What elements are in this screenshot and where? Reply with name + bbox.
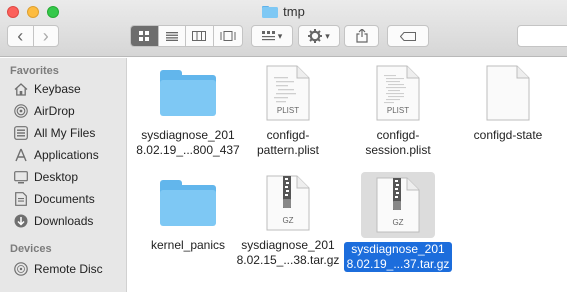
- sidebar-item-label: Keybase: [34, 82, 81, 96]
- minimize-window-button[interactable]: [27, 6, 39, 18]
- folder-icon: [157, 62, 219, 124]
- disc-icon: [14, 262, 28, 276]
- sidebar-item-label: AirDrop: [34, 104, 75, 118]
- zoom-window-button[interactable]: [47, 6, 59, 18]
- coverflow-view-icon: [220, 31, 236, 41]
- column-view-icon: [192, 31, 207, 41]
- file-name: sysdiagnose_201 8.02.19_...37.tar.gz: [343, 242, 453, 272]
- sidebar-item-label: Remote Disc: [34, 262, 103, 276]
- folder-icon: [262, 5, 279, 18]
- file-item[interactable]: PLIST configd- pattern.plist: [228, 62, 348, 158]
- arrange-grid-icon: [261, 31, 275, 41]
- share-icon: [355, 29, 368, 43]
- sidebar: Favorites Keybase AirDrop All My Files A…: [0, 58, 127, 292]
- plist-document-icon: PLIST: [257, 62, 319, 124]
- icon-view-icon: [139, 31, 150, 41]
- close-window-button[interactable]: [7, 6, 19, 18]
- archive-icon: GZ: [257, 172, 319, 234]
- file-item-selected[interactable]: GZ sysdiagnose_201 8.02.19_...37.tar.gz: [338, 172, 458, 272]
- sidebar-item-label: Documents: [34, 192, 95, 206]
- chevron-down-icon: ▾: [277, 30, 283, 41]
- documents-icon: [14, 192, 28, 206]
- file-name: sysdiagnose_201 8.02.19_...800_437: [136, 128, 240, 157]
- window-title-text: tmp: [283, 4, 305, 19]
- view-mode-control: [130, 25, 243, 47]
- forward-icon: ›: [42, 26, 49, 46]
- devices-heading: Devices: [10, 243, 52, 255]
- column-view-button[interactable]: [186, 26, 214, 46]
- archive-icon: GZ: [361, 172, 435, 238]
- coverflow-view-button[interactable]: [214, 26, 242, 46]
- file-name: sysdiagnose_201 8.02.15_...38.tar.gz: [236, 238, 340, 267]
- back-forward-control: ‹ ›: [7, 25, 59, 47]
- desktop-icon: [14, 170, 28, 184]
- file-type-label: PLIST: [386, 106, 410, 115]
- list-view-button[interactable]: [159, 26, 187, 46]
- back-icon: ‹: [17, 26, 24, 46]
- file-name: configd- pattern.plist: [256, 128, 320, 157]
- edit-tags-button[interactable]: [387, 25, 429, 47]
- airdrop-icon: [14, 104, 28, 118]
- window-toolbar: tmp ‹ › ▾ ▾: [0, 0, 567, 57]
- sidebar-item-remote-disc[interactable]: Remote Disc: [14, 259, 124, 279]
- sidebar-item-label: Downloads: [34, 214, 94, 228]
- sidebar-item-documents[interactable]: Documents: [14, 189, 124, 209]
- plist-document-icon: PLIST: [367, 62, 429, 124]
- tag-icon: [400, 31, 416, 41]
- back-button[interactable]: ‹: [8, 26, 34, 46]
- file-type-label: GZ: [392, 218, 404, 227]
- file-grid: sysdiagnose_201 8.02.19_...800_437 PLIST…: [128, 58, 567, 292]
- share-button[interactable]: [344, 25, 379, 47]
- chevron-down-icon: ▾: [325, 30, 330, 41]
- file-name: configd-state: [473, 128, 543, 142]
- house-icon: [14, 82, 28, 96]
- icon-view-button[interactable]: [131, 26, 159, 46]
- sidebar-item-desktop[interactable]: Desktop: [14, 167, 124, 187]
- forward-button[interactable]: ›: [34, 26, 59, 46]
- arrange-button[interactable]: ▾: [251, 25, 293, 47]
- folder-icon: [157, 172, 219, 234]
- applications-icon: [14, 148, 28, 162]
- sidebar-item-keybase[interactable]: Keybase: [14, 79, 124, 99]
- all-files-icon: [14, 126, 28, 140]
- file-type-label: GZ: [282, 216, 294, 225]
- file-type-label: PLIST: [276, 106, 300, 115]
- file-name: configd- session.plist: [365, 128, 431, 157]
- search-field[interactable]: [517, 25, 567, 47]
- action-button[interactable]: ▾: [298, 25, 340, 47]
- sidebar-item-label: Applications: [34, 148, 99, 162]
- gear-icon: [308, 29, 323, 43]
- sidebar-item-airdrop[interactable]: AirDrop: [14, 101, 124, 121]
- favorites-heading: Favorites: [10, 65, 59, 77]
- sidebar-item-downloads[interactable]: Downloads: [14, 211, 124, 231]
- file-name: kernel_panics: [150, 238, 226, 252]
- sidebar-item-all-my-files[interactable]: All My Files: [14, 123, 124, 143]
- file-item[interactable]: configd-state: [448, 62, 567, 143]
- sidebar-item-label: All My Files: [34, 126, 96, 140]
- sidebar-item-applications[interactable]: Applications: [14, 145, 124, 165]
- list-view-icon: [165, 31, 178, 41]
- file-item[interactable]: PLIST configd- session.plist: [338, 62, 458, 158]
- file-item[interactable]: GZ sysdiagnose_201 8.02.15_...38.tar.gz: [228, 172, 348, 268]
- window-title: tmp: [0, 4, 567, 19]
- blank-document-icon: [477, 62, 539, 124]
- downloads-icon: [14, 214, 28, 228]
- sidebar-item-label: Desktop: [34, 170, 79, 184]
